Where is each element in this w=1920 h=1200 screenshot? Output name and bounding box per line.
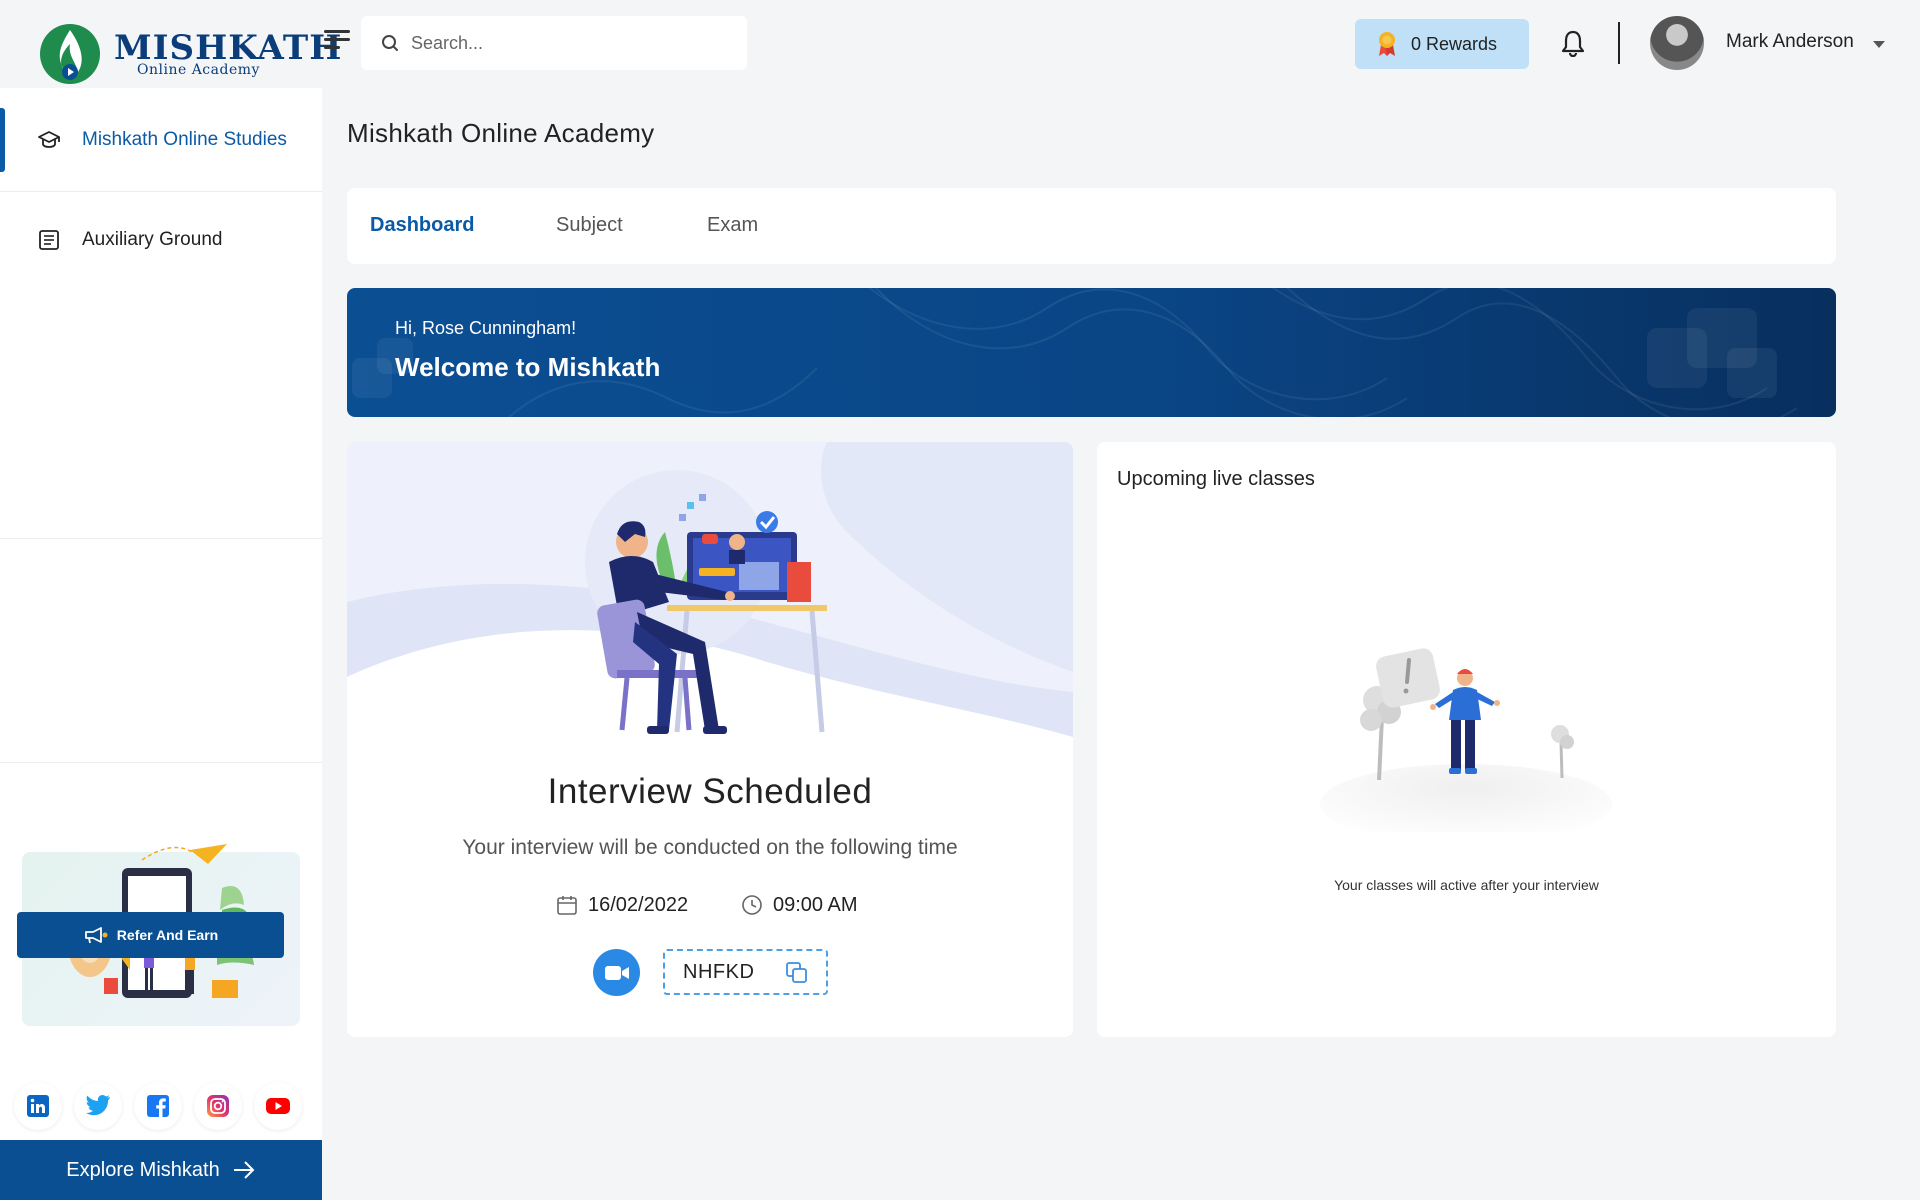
social-links [12,1082,312,1130]
chevron-down-icon[interactable] [1873,41,1885,48]
menu-icon[interactable] [324,30,350,54]
interview-time: 09:00 AM [741,890,858,920]
avatar[interactable] [1650,16,1704,70]
megaphone-icon [84,927,108,944]
sidebar-item-label: Mishkath Online Studies [82,129,287,150]
search-icon [382,35,398,51]
header-divider [1618,22,1620,64]
youtube-icon[interactable] [254,1082,302,1130]
top-bar: MISHKATH Online Academy 0 Rewards Mark A… [0,0,1920,88]
search-box [361,16,747,70]
meeting-code: NHFKD [683,961,755,983]
sidebar-divider [0,762,322,763]
refer-and-earn-button[interactable]: Refer And Earn [17,912,284,958]
twitter-icon[interactable] [74,1082,122,1130]
rewards-label: 0 Rewards [1411,33,1498,54]
logo-flame-icon [40,24,100,84]
upcoming-classes-card: Upcoming live classes Your classes will … [1097,442,1836,1037]
tab-exam[interactable]: Exam [707,214,758,237]
interview-date: 16/02/2022 [556,890,688,920]
sidebar-divider [0,538,322,539]
arrow-right-icon [233,1161,255,1179]
empty-state-illustration [1320,648,1612,832]
graduation-cap-icon [38,131,60,148]
brand-subtitle: Online Academy [137,62,260,78]
explore-button[interactable]: Explore Mishkath [0,1140,322,1200]
interview-illustration [347,442,1073,742]
upcoming-title: Upcoming live classes [1117,468,1315,490]
calendar-icon [557,896,577,915]
rewards-button[interactable]: 0 Rewards [1355,19,1529,69]
copy-icon[interactable] [785,961,809,985]
interview-card: Interview Scheduled Your interview will … [347,442,1073,1037]
clock-icon [742,895,762,915]
bell-icon[interactable] [1560,29,1586,62]
video-camera-icon [604,965,629,980]
document-icon [39,230,59,250]
linkedin-icon[interactable] [14,1082,62,1130]
instagram-icon[interactable] [194,1082,242,1130]
welcome-banner: Hi, Rose Cunningham! Welcome to Mishkath [347,288,1836,417]
welcome-heading: Welcome to Mishkath [395,352,661,382]
page-title: Mishkath Online Academy [347,118,655,148]
interview-time-value: 09:00 AM [773,893,858,916]
sidebar-item-label: Auxiliary Ground [82,229,223,250]
meeting-code-box: NHFKD [663,949,828,995]
brand-logo[interactable]: MISHKATH Online Academy [38,20,341,84]
sidebar-divider [0,191,322,192]
search-input[interactable] [411,28,731,58]
tab-dashboard[interactable]: Dashboard [370,214,474,237]
refer-label: Refer And Earn [116,927,219,943]
tab-bar: Dashboard Subject Exam [347,188,1836,264]
explore-label: Explore Mishkath [66,1158,220,1181]
interview-subtitle: Your interview will be conducted on the … [462,836,958,859]
sidebar-item-auxiliary-ground[interactable]: Auxiliary Ground [0,208,322,272]
facebook-icon[interactable] [134,1082,182,1130]
greeting-text: Hi, Rose Cunningham! [395,318,577,338]
join-video-button[interactable] [593,949,640,996]
refer-illustration [68,844,254,998]
empty-state-note: Your classes will active after your inte… [1334,877,1599,893]
sidebar-item-online-studies[interactable]: Mishkath Online Studies [0,108,322,172]
interview-date-value: 16/02/2022 [588,893,689,916]
tab-subject[interactable]: Subject [556,214,623,237]
interview-title: Interview Scheduled [547,772,873,811]
user-name[interactable]: Mark Anderson [1726,31,1854,53]
award-icon [1379,32,1395,56]
